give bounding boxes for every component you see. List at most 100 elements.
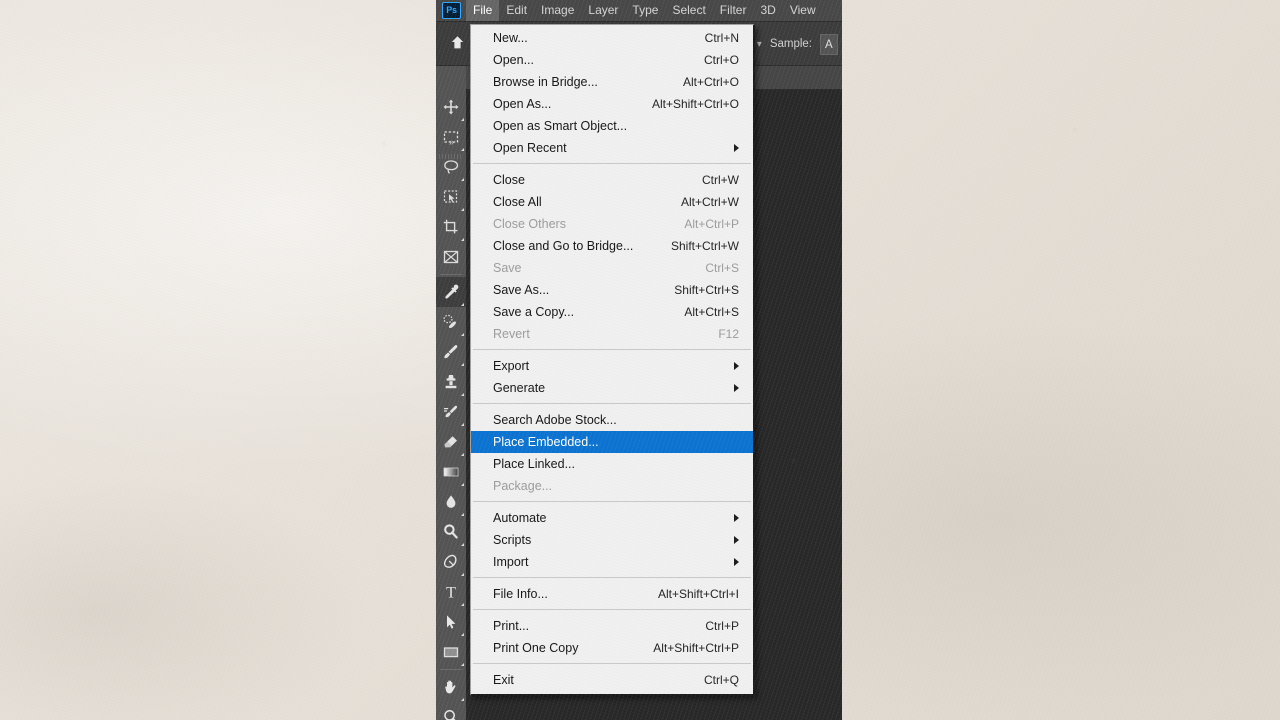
menu-item-import[interactable]: Import <box>471 551 753 573</box>
object-selection-tool[interactable] <box>436 182 466 212</box>
menu-item-shortcut: Alt+Shift+Ctrl+P <box>653 641 739 655</box>
menu-item-shortcut: Shift+Ctrl+S <box>674 283 739 297</box>
move-tool[interactable] <box>436 92 466 122</box>
menu-item-open-as-smart-object[interactable]: Open as Smart Object... <box>471 115 753 137</box>
menu-item-save-as[interactable]: Save As... Shift+Ctrl+S <box>471 279 753 301</box>
frame-tool[interactable] <box>436 242 466 272</box>
menu-item-print-one-copy[interactable]: Print One Copy Alt+Shift+Ctrl+P <box>471 637 753 659</box>
menu-item-label: Save As... <box>493 283 550 297</box>
menu-item-export[interactable]: Export <box>471 355 753 377</box>
rectangular-marquee-tool[interactable] <box>436 122 466 152</box>
menu-item-package: Package... <box>471 475 753 497</box>
chevron-down-icon[interactable]: ▾ <box>757 39 762 50</box>
home-icon[interactable] <box>444 29 470 55</box>
menu-item-shortcut: Ctrl+O <box>703 53 739 67</box>
options-bar-right-group: ▾ Sample: A <box>757 22 842 66</box>
lasso-tool[interactable] <box>436 152 466 182</box>
menu-item-scripts[interactable]: Scripts <box>471 529 753 551</box>
menu-item-shortcut: Shift+Ctrl+W <box>670 239 739 253</box>
eyedropper-tool[interactable] <box>436 277 466 307</box>
brush-tool[interactable] <box>436 337 466 367</box>
menu-item-place-linked[interactable]: Place Linked... <box>471 453 753 475</box>
menu-item-label: Close <box>493 173 525 187</box>
menu-item-close-all[interactable]: Close All Alt+Ctrl+W <box>471 191 753 213</box>
clone-stamp-tool[interactable] <box>436 367 466 397</box>
menu-item-open-recent[interactable]: Open Recent <box>471 137 753 159</box>
menu-separator <box>473 663 751 664</box>
menubar-item-select[interactable]: Select <box>665 0 712 21</box>
menu-item-label: Place Embedded... <box>493 435 599 449</box>
menu-separator <box>473 501 751 502</box>
menu-item-place-embedded[interactable]: Place Embedded... <box>471 431 753 453</box>
screenshot-stage: Ps File Edit Image Layer Type Select Filter 3D V… <box>0 0 1280 720</box>
gradient-tool[interactable] <box>436 457 466 487</box>
menubar-item-image[interactable]: Image <box>534 0 581 21</box>
submenu-arrow-icon <box>734 384 739 392</box>
menu-item-label: Browse in Bridge... <box>493 75 598 89</box>
menu-item-open[interactable]: Open... Ctrl+O <box>471 49 753 71</box>
menu-item-label: Close and Go to Bridge... <box>493 239 634 253</box>
file-menu-dropdown: New... Ctrl+N Open... Ctrl+O Browse in Bridg… <box>470 24 755 696</box>
photoshop-logo-icon: Ps <box>442 2 461 19</box>
menubar-item-3d[interactable]: 3D <box>753 0 782 21</box>
menu-separator <box>473 403 751 404</box>
menu-item-close-and-go-to-bridge[interactable]: Close and Go to Bridge... Shift+Ctrl+W <box>471 235 753 257</box>
eraser-tool[interactable] <box>436 427 466 457</box>
menu-item-label: Export <box>493 359 530 373</box>
sample-label: Sample: <box>769 38 812 50</box>
tool-flyout-indicator <box>461 393 464 396</box>
sample-dropdown[interactable]: A <box>820 33 838 55</box>
menu-item-automate[interactable]: Automate <box>471 507 753 529</box>
history-brush-tool[interactable] <box>436 397 466 427</box>
tool-flyout-indicator <box>461 663 464 666</box>
menubar-item-edit[interactable]: Edit <box>499 0 534 21</box>
pen-tool[interactable] <box>436 547 466 577</box>
menu-item-shortcut: Alt+Shift+Ctrl+O <box>651 97 739 111</box>
menu-item-save: Save Ctrl+S <box>471 257 753 279</box>
submenu-arrow-icon <box>734 514 739 522</box>
menu-item-print[interactable]: Print... Ctrl+P <box>471 615 753 637</box>
crop-tool[interactable] <box>436 212 466 242</box>
tool-flyout-indicator <box>461 148 464 151</box>
menubar-item-file[interactable]: File <box>466 0 500 21</box>
tool-separator <box>440 274 462 275</box>
menu-item-label: New... <box>493 31 528 45</box>
menu-item-new[interactable]: New... Ctrl+N <box>471 27 753 49</box>
menubar-item-view[interactable]: View <box>783 0 823 21</box>
menu-item-save-a-copy[interactable]: Save a Copy... Alt+Ctrl+S <box>471 301 753 323</box>
menu-item-label: Save <box>493 261 522 275</box>
tool-flyout-indicator <box>461 603 464 606</box>
spot-healing-brush-tool[interactable] <box>436 307 466 337</box>
menu-item-search-adobe-stock[interactable]: Search Adobe Stock... <box>471 409 753 431</box>
zoom-tool[interactable] <box>436 702 466 720</box>
menu-item-label: Revert <box>493 327 530 341</box>
menu-item-open-as[interactable]: Open As... Alt+Shift+Ctrl+O <box>471 93 753 115</box>
menu-item-label: Open As... <box>493 97 552 111</box>
tool-flyout-indicator <box>461 513 464 516</box>
path-selection-tool[interactable] <box>436 607 466 637</box>
menu-item-generate[interactable]: Generate <box>471 377 753 399</box>
tool-flyout-indicator <box>461 453 464 456</box>
menu-item-file-info[interactable]: File Info... Alt+Shift+Ctrl+I <box>471 583 753 605</box>
menu-item-shortcut: Alt+Ctrl+W <box>680 195 739 209</box>
menubar-item-layer[interactable]: Layer <box>581 0 625 21</box>
menu-item-shortcut: Alt+Ctrl+P <box>684 217 739 231</box>
menu-item-label: Import <box>493 555 529 569</box>
menu-item-label: Search Adobe Stock... <box>493 413 617 427</box>
menubar-item-filter[interactable]: Filter <box>713 0 754 21</box>
horizontal-type-tool[interactable]: T <box>436 577 466 607</box>
menu-item-label: Generate <box>493 381 546 395</box>
menu-item-close[interactable]: Close Ctrl+W <box>471 169 753 191</box>
hand-tool[interactable] <box>436 672 466 702</box>
tool-flyout-indicator <box>461 333 464 336</box>
menu-item-shortcut: F12 <box>718 327 739 341</box>
menubar-item-type[interactable]: Type <box>625 0 665 21</box>
rectangle-tool[interactable] <box>436 637 466 667</box>
menu-item-browse-in-bridge[interactable]: Browse in Bridge... Alt+Ctrl+O <box>471 71 753 93</box>
dodge-tool[interactable] <box>436 517 466 547</box>
blur-tool[interactable] <box>436 487 466 517</box>
menu-item-exit[interactable]: Exit Ctrl+Q <box>471 669 753 691</box>
menu-item-label: Close All <box>493 195 542 209</box>
menu-item-revert: Revert F12 <box>471 323 753 345</box>
tool-flyout-indicator <box>461 423 464 426</box>
